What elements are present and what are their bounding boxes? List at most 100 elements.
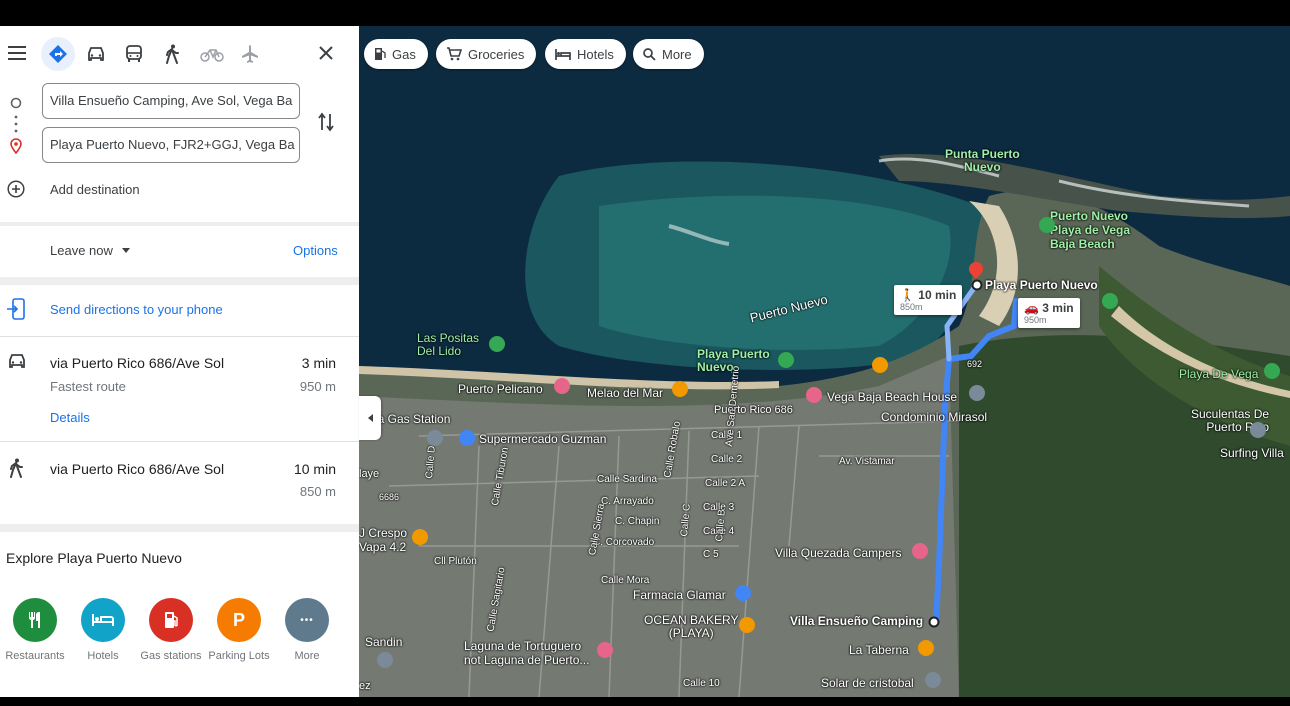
hotel-poi-icon[interactable] xyxy=(597,642,613,658)
menu-icon[interactable] xyxy=(5,38,29,68)
map-label[interactable]: Las Positas Del Lido xyxy=(417,332,479,358)
map-label: 6686 xyxy=(379,492,400,502)
close-icon[interactable] xyxy=(313,40,339,66)
more-glyph: ••• xyxy=(300,614,314,626)
flights-mode-button[interactable] xyxy=(233,37,267,71)
chip-more[interactable]: More xyxy=(633,39,704,69)
satellite-map[interactable]: Gas Groceries Hotels More 🚶 10 min 850m … xyxy=(359,26,1290,697)
category-label: Parking Lots xyxy=(208,650,270,662)
map-label[interactable]: Puerto Nuevo Playa de Vega Baja Beach xyxy=(1050,209,1130,251)
pharmacy-poi-icon[interactable] xyxy=(735,585,751,601)
fork-knife-icon xyxy=(13,598,57,642)
chevron-left-icon xyxy=(367,414,373,422)
street-label: Calle Mora xyxy=(601,575,650,586)
add-destination-icon[interactable] xyxy=(6,179,26,199)
bed-icon xyxy=(555,48,571,60)
map-label[interactable]: Punta Puerto Nuevo xyxy=(945,148,1020,174)
category-parking-lots[interactable]: P Parking Lots xyxy=(205,598,273,662)
hotel-poi-icon[interactable] xyxy=(554,378,570,394)
category-gas-stations[interactable]: Gas stations xyxy=(137,598,205,662)
leave-now-dropdown[interactable]: Leave now xyxy=(50,243,130,258)
map-label-origin[interactable]: Villa Ensueño Camping xyxy=(790,614,923,628)
map-label: Av. Vistamar xyxy=(839,456,895,467)
route-details-link[interactable]: Details xyxy=(50,410,90,425)
car-icon xyxy=(6,352,28,370)
building-poi-icon[interactable] xyxy=(1250,422,1266,438)
chip-label: Gas xyxy=(392,46,416,62)
restaurant-poi-icon[interactable] xyxy=(739,617,755,633)
car-icon xyxy=(88,47,104,61)
street-label: Calle 2 A xyxy=(705,478,746,489)
restaurant-poi-icon[interactable] xyxy=(672,381,688,397)
category-more[interactable]: ••• More xyxy=(273,598,341,662)
map-label[interactable]: J Crespo Vapa 4.2 xyxy=(359,526,407,554)
travel-mode-bar xyxy=(0,26,359,82)
map-label[interactable]: Melao del Mar xyxy=(587,386,663,400)
chip-hotels[interactable]: Hotels xyxy=(545,39,626,69)
map-label[interactable]: Playa De Vega xyxy=(1179,367,1258,381)
add-destination-link[interactable]: Add destination xyxy=(50,182,140,197)
destination-input[interactable]: Playa Puerto Nuevo, FJR2+GGJ, Vega Ba xyxy=(42,127,300,163)
street-label: C. Chapin xyxy=(615,516,660,527)
park-poi-icon[interactable] xyxy=(1264,363,1280,379)
map-label: Cll Plutón xyxy=(434,556,477,567)
map-label[interactable]: Vega Baja Beach House xyxy=(827,390,957,404)
gas-icon xyxy=(375,48,386,60)
restaurant-poi-icon[interactable] xyxy=(918,640,934,656)
map-label[interactable]: Condominio Mirasol xyxy=(881,410,987,424)
directions-panel: Villa Ensueño Camping, Ave Sol, Vega Ba … xyxy=(0,26,359,697)
building-poi-icon[interactable] xyxy=(377,652,393,668)
collapse-panel-button[interactable] xyxy=(359,396,381,440)
driving-time-callout[interactable]: 🚗 3 min 950m xyxy=(1018,298,1080,328)
building-poi-icon[interactable] xyxy=(925,672,941,688)
car-icon: 🚗 xyxy=(1024,301,1039,315)
map-label[interactable]: Supermercado Guzman xyxy=(479,432,606,446)
swap-icon[interactable] xyxy=(314,110,338,134)
park-poi-icon[interactable] xyxy=(489,336,505,352)
walking-mode-button[interactable] xyxy=(155,37,189,71)
park-poi-icon[interactable] xyxy=(778,352,794,368)
walking-time-callout[interactable]: 🚶 10 min 850m xyxy=(894,285,963,315)
park-poi-icon[interactable] xyxy=(1039,217,1055,233)
map-label[interactable]: Laguna de Tortuguero not Laguna de Puert… xyxy=(464,639,589,667)
walking-icon xyxy=(166,44,179,64)
chip-groceries[interactable]: Groceries xyxy=(436,39,537,69)
map-label: ez xyxy=(359,680,371,692)
chip-label: More xyxy=(662,46,692,62)
map-label-destination[interactable]: Playa Puerto Nuevo xyxy=(985,278,1098,292)
transit-mode-button[interactable] xyxy=(117,37,151,71)
category-restaurants[interactable]: Restaurants xyxy=(1,598,69,662)
options-button[interactable]: Options xyxy=(293,243,338,258)
map-label[interactable]: OCEAN BAKERY (PLAYA) xyxy=(644,614,738,640)
map-label[interactable]: Puerto Pelicano xyxy=(458,382,543,396)
cycling-mode-button[interactable] xyxy=(195,37,229,71)
driving-mode-button[interactable] xyxy=(79,37,113,71)
best-route-mode-button[interactable] xyxy=(41,37,75,71)
origin-input[interactable]: Villa Ensueño Camping, Ave Sol, Vega Ba xyxy=(42,83,300,119)
park-poi-icon[interactable] xyxy=(1102,293,1118,309)
walking-icon: 🚶 xyxy=(900,288,915,302)
route-distance: 850 m xyxy=(299,484,336,499)
cart-icon xyxy=(447,47,462,61)
hotel-poi-icon[interactable] xyxy=(912,543,928,559)
chip-gas[interactable]: Gas xyxy=(364,39,428,69)
gas-poi-icon[interactable] xyxy=(427,430,443,446)
map-label[interactable]: Villa Quezada Campers xyxy=(775,546,902,560)
map-label[interactable]: Farmacia Glamar xyxy=(633,588,726,602)
map-label[interactable]: Sandin xyxy=(365,635,402,649)
map-label[interactable]: La Taberna xyxy=(849,643,909,657)
restaurant-poi-icon[interactable] xyxy=(412,529,428,545)
street-label: Calle Sardina xyxy=(597,474,658,485)
restaurant-poi-icon[interactable] xyxy=(872,357,888,373)
send-to-phone-icon xyxy=(6,298,26,320)
category-label: More xyxy=(294,650,320,662)
category-hotels[interactable]: Hotels xyxy=(69,598,137,662)
building-poi-icon[interactable] xyxy=(969,385,985,401)
bicycle-icon xyxy=(200,49,224,62)
shopping-poi-icon[interactable] xyxy=(459,430,475,446)
map-label[interactable]: Surfing Villa xyxy=(1220,446,1284,460)
more-dots-icon: ••• xyxy=(285,598,329,642)
send-directions-link[interactable]: Send directions to your phone xyxy=(50,302,223,317)
hotel-poi-icon[interactable] xyxy=(806,387,822,403)
map-label[interactable]: Solar de cristobal xyxy=(821,676,914,690)
